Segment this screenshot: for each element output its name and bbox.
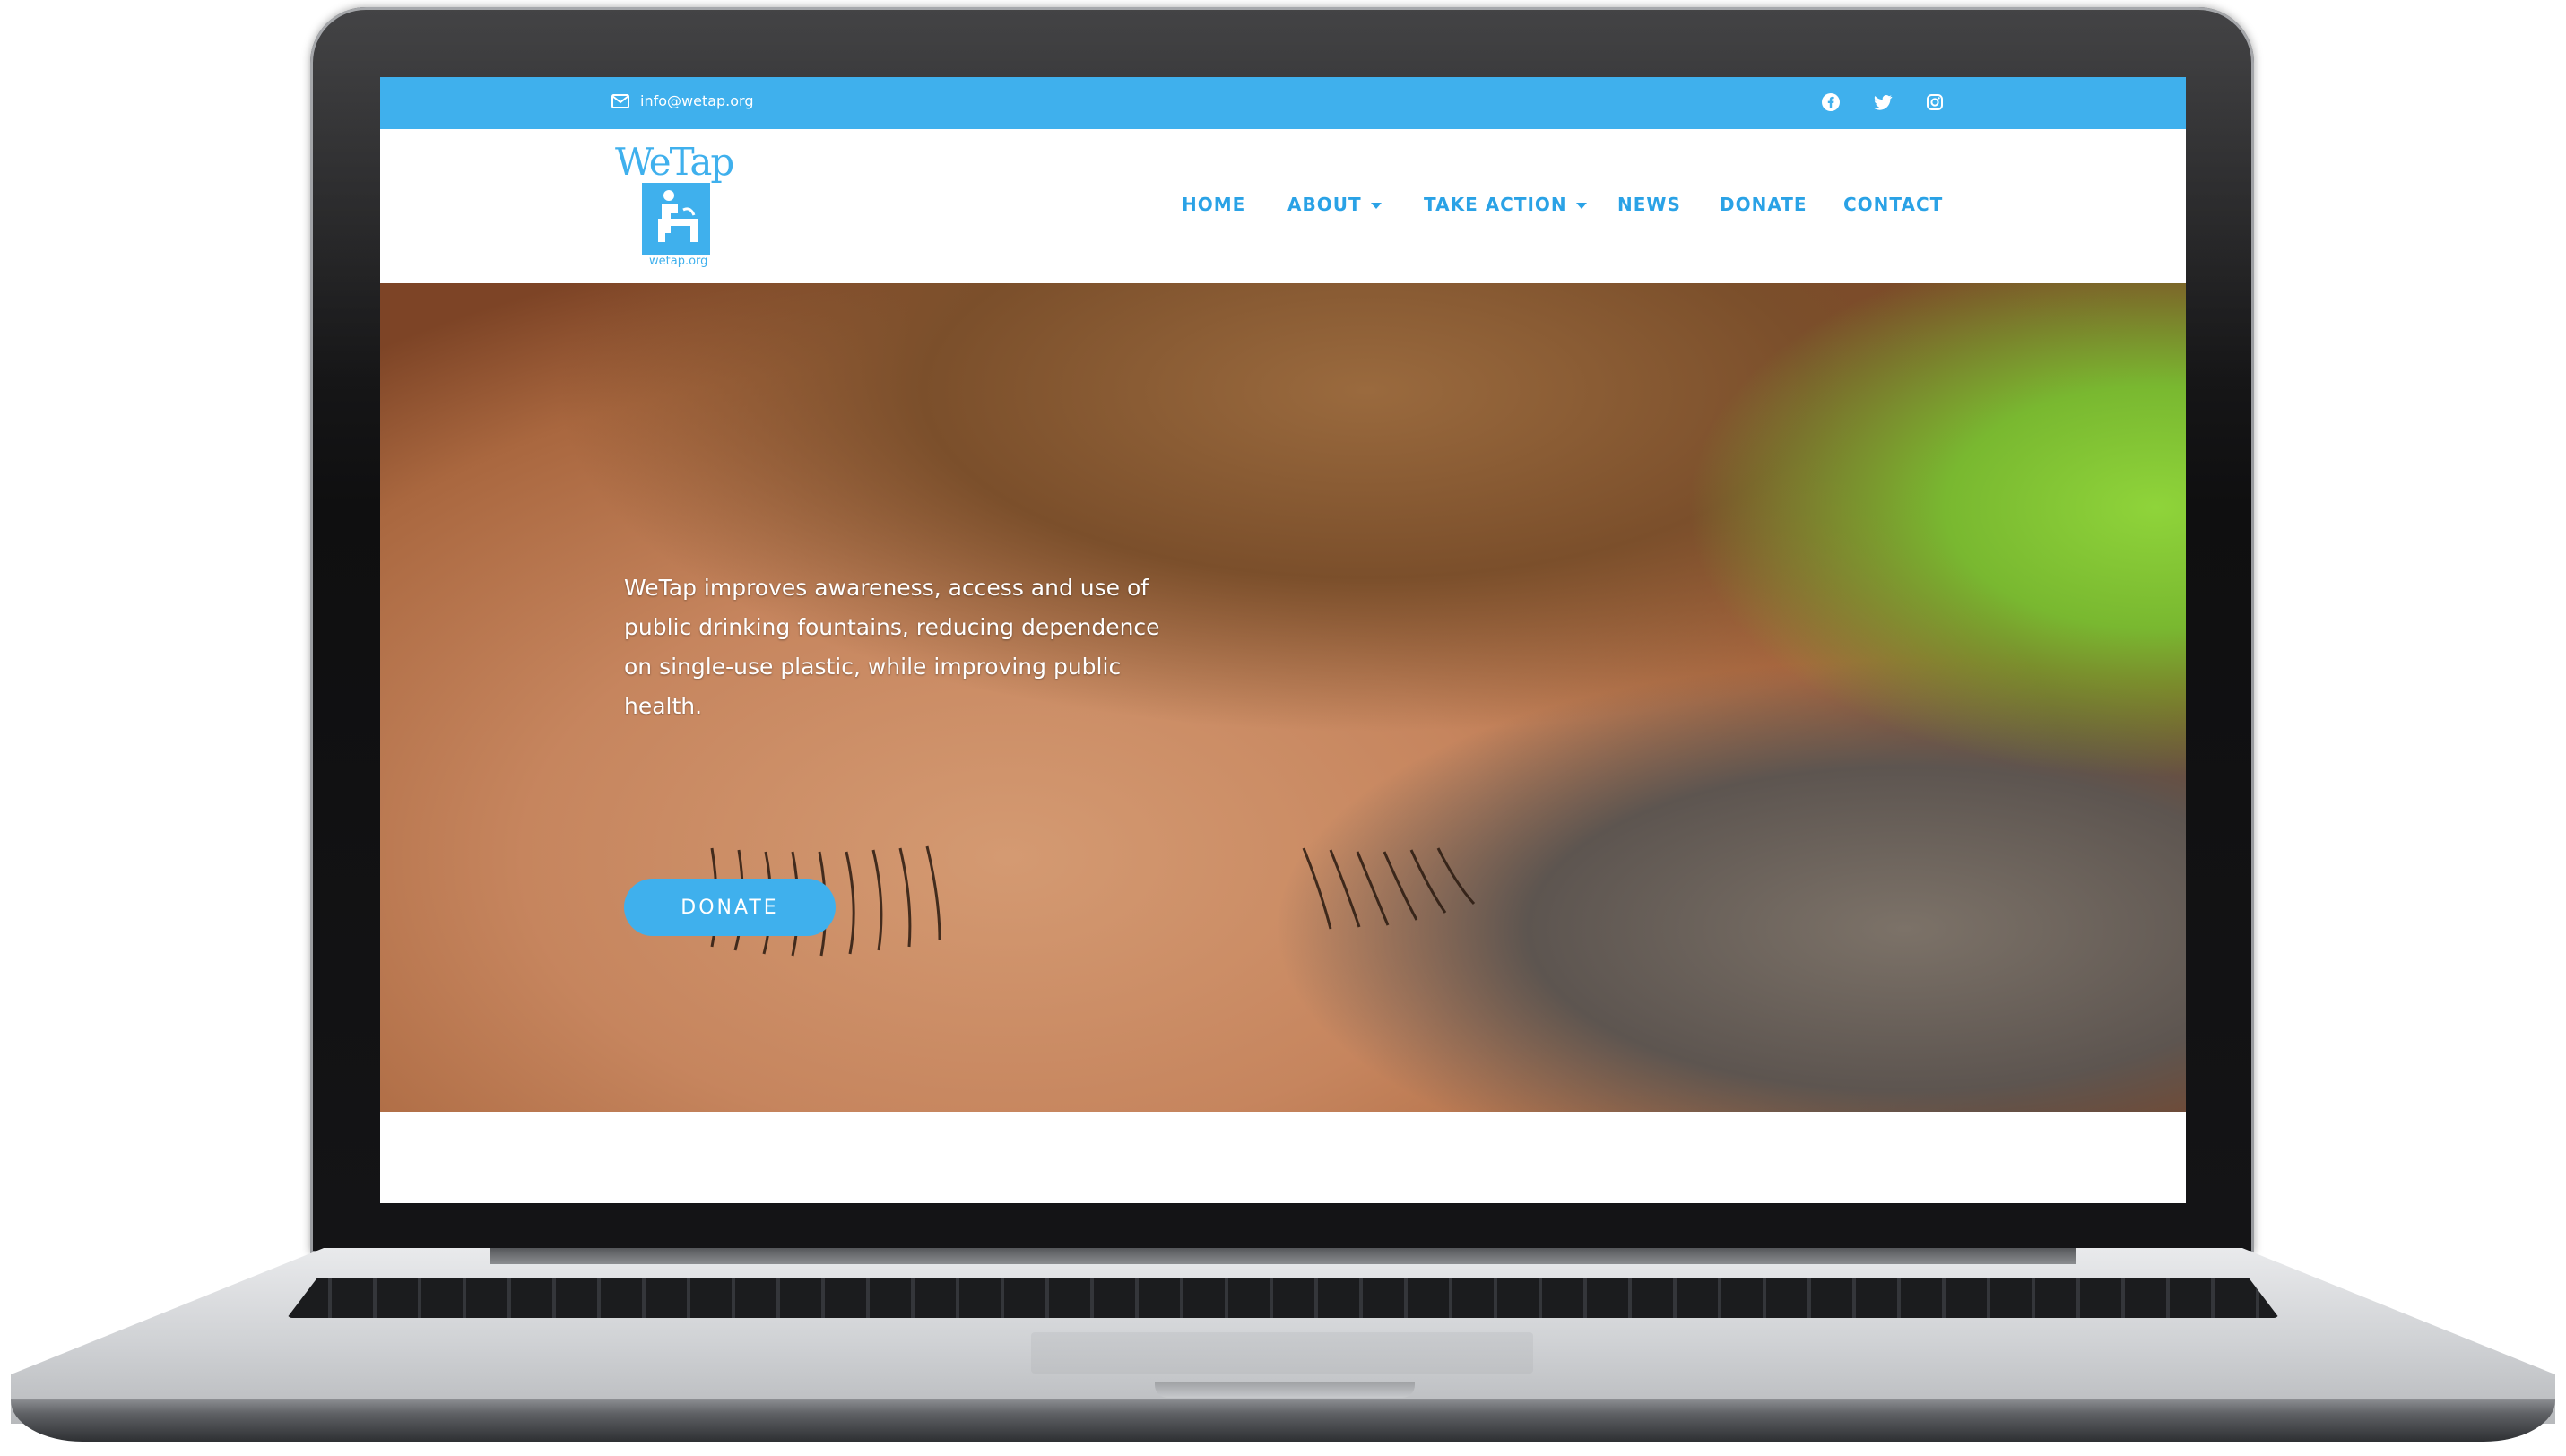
- facebook-icon[interactable]: [1820, 91, 1842, 113]
- nav-take-action-label: TAKE ACTION: [1424, 194, 1567, 215]
- logo-fountain-mark: [642, 183, 710, 255]
- fountain-icon: [658, 190, 698, 242]
- chevron-down-icon: [1370, 203, 1382, 209]
- wetap-logo[interactable]: WeTap wetap.org: [615, 143, 741, 269]
- instagram-icon[interactable]: [1924, 91, 1946, 113]
- nav-donate[interactable]: DONATE: [1720, 194, 1807, 215]
- content-area: [380, 1112, 2186, 1203]
- nav-about[interactable]: ABOUT: [1287, 194, 1382, 215]
- envelope-icon: [611, 93, 629, 108]
- site-header: WeTap wetap.org HOME ABOUT TAKE ACTION N…: [380, 129, 2186, 283]
- laptop-front-edge: [11, 1399, 2555, 1442]
- nav-news-label: NEWS: [1617, 194, 1681, 215]
- nav-about-label: ABOUT: [1287, 194, 1362, 215]
- logo-wordmark: WeTap: [615, 140, 734, 184]
- website-screen: info@wetap.org WeTap wetap.org HOME ABOU…: [380, 77, 2186, 1203]
- nav-contact[interactable]: CONTACT: [1843, 194, 1943, 215]
- keyboard: [287, 1278, 2279, 1318]
- twitter-icon[interactable]: [1872, 91, 1894, 113]
- email-link[interactable]: info@wetap.org: [611, 92, 754, 109]
- nav-donate-label: DONATE: [1720, 194, 1807, 215]
- email-text: info@wetap.org: [640, 92, 754, 109]
- nav-home-label: HOME: [1182, 194, 1246, 215]
- laptop-frame: info@wetap.org WeTap wetap.org HOME ABOU…: [0, 0, 2566, 1456]
- top-bar: info@wetap.org: [380, 77, 2186, 129]
- nav-news[interactable]: NEWS: [1617, 194, 1681, 215]
- laptop-hinge: [490, 1248, 2076, 1264]
- nav-take-action[interactable]: TAKE ACTION: [1424, 194, 1587, 215]
- hero-donate-button[interactable]: DONATE: [624, 879, 836, 936]
- hero-tagline: WeTap improves awareness, access and use…: [624, 575, 1160, 719]
- chevron-down-icon: [1575, 203, 1587, 209]
- nav-home[interactable]: HOME: [1182, 194, 1245, 215]
- hero-image: WeTap improves awareness, access and use…: [380, 283, 2186, 1112]
- logo-subtext: wetap.org: [649, 255, 708, 268]
- trackpad: [1031, 1332, 1533, 1374]
- laptop-notch: [1155, 1382, 1415, 1398]
- nav-contact-label: CONTACT: [1843, 194, 1944, 215]
